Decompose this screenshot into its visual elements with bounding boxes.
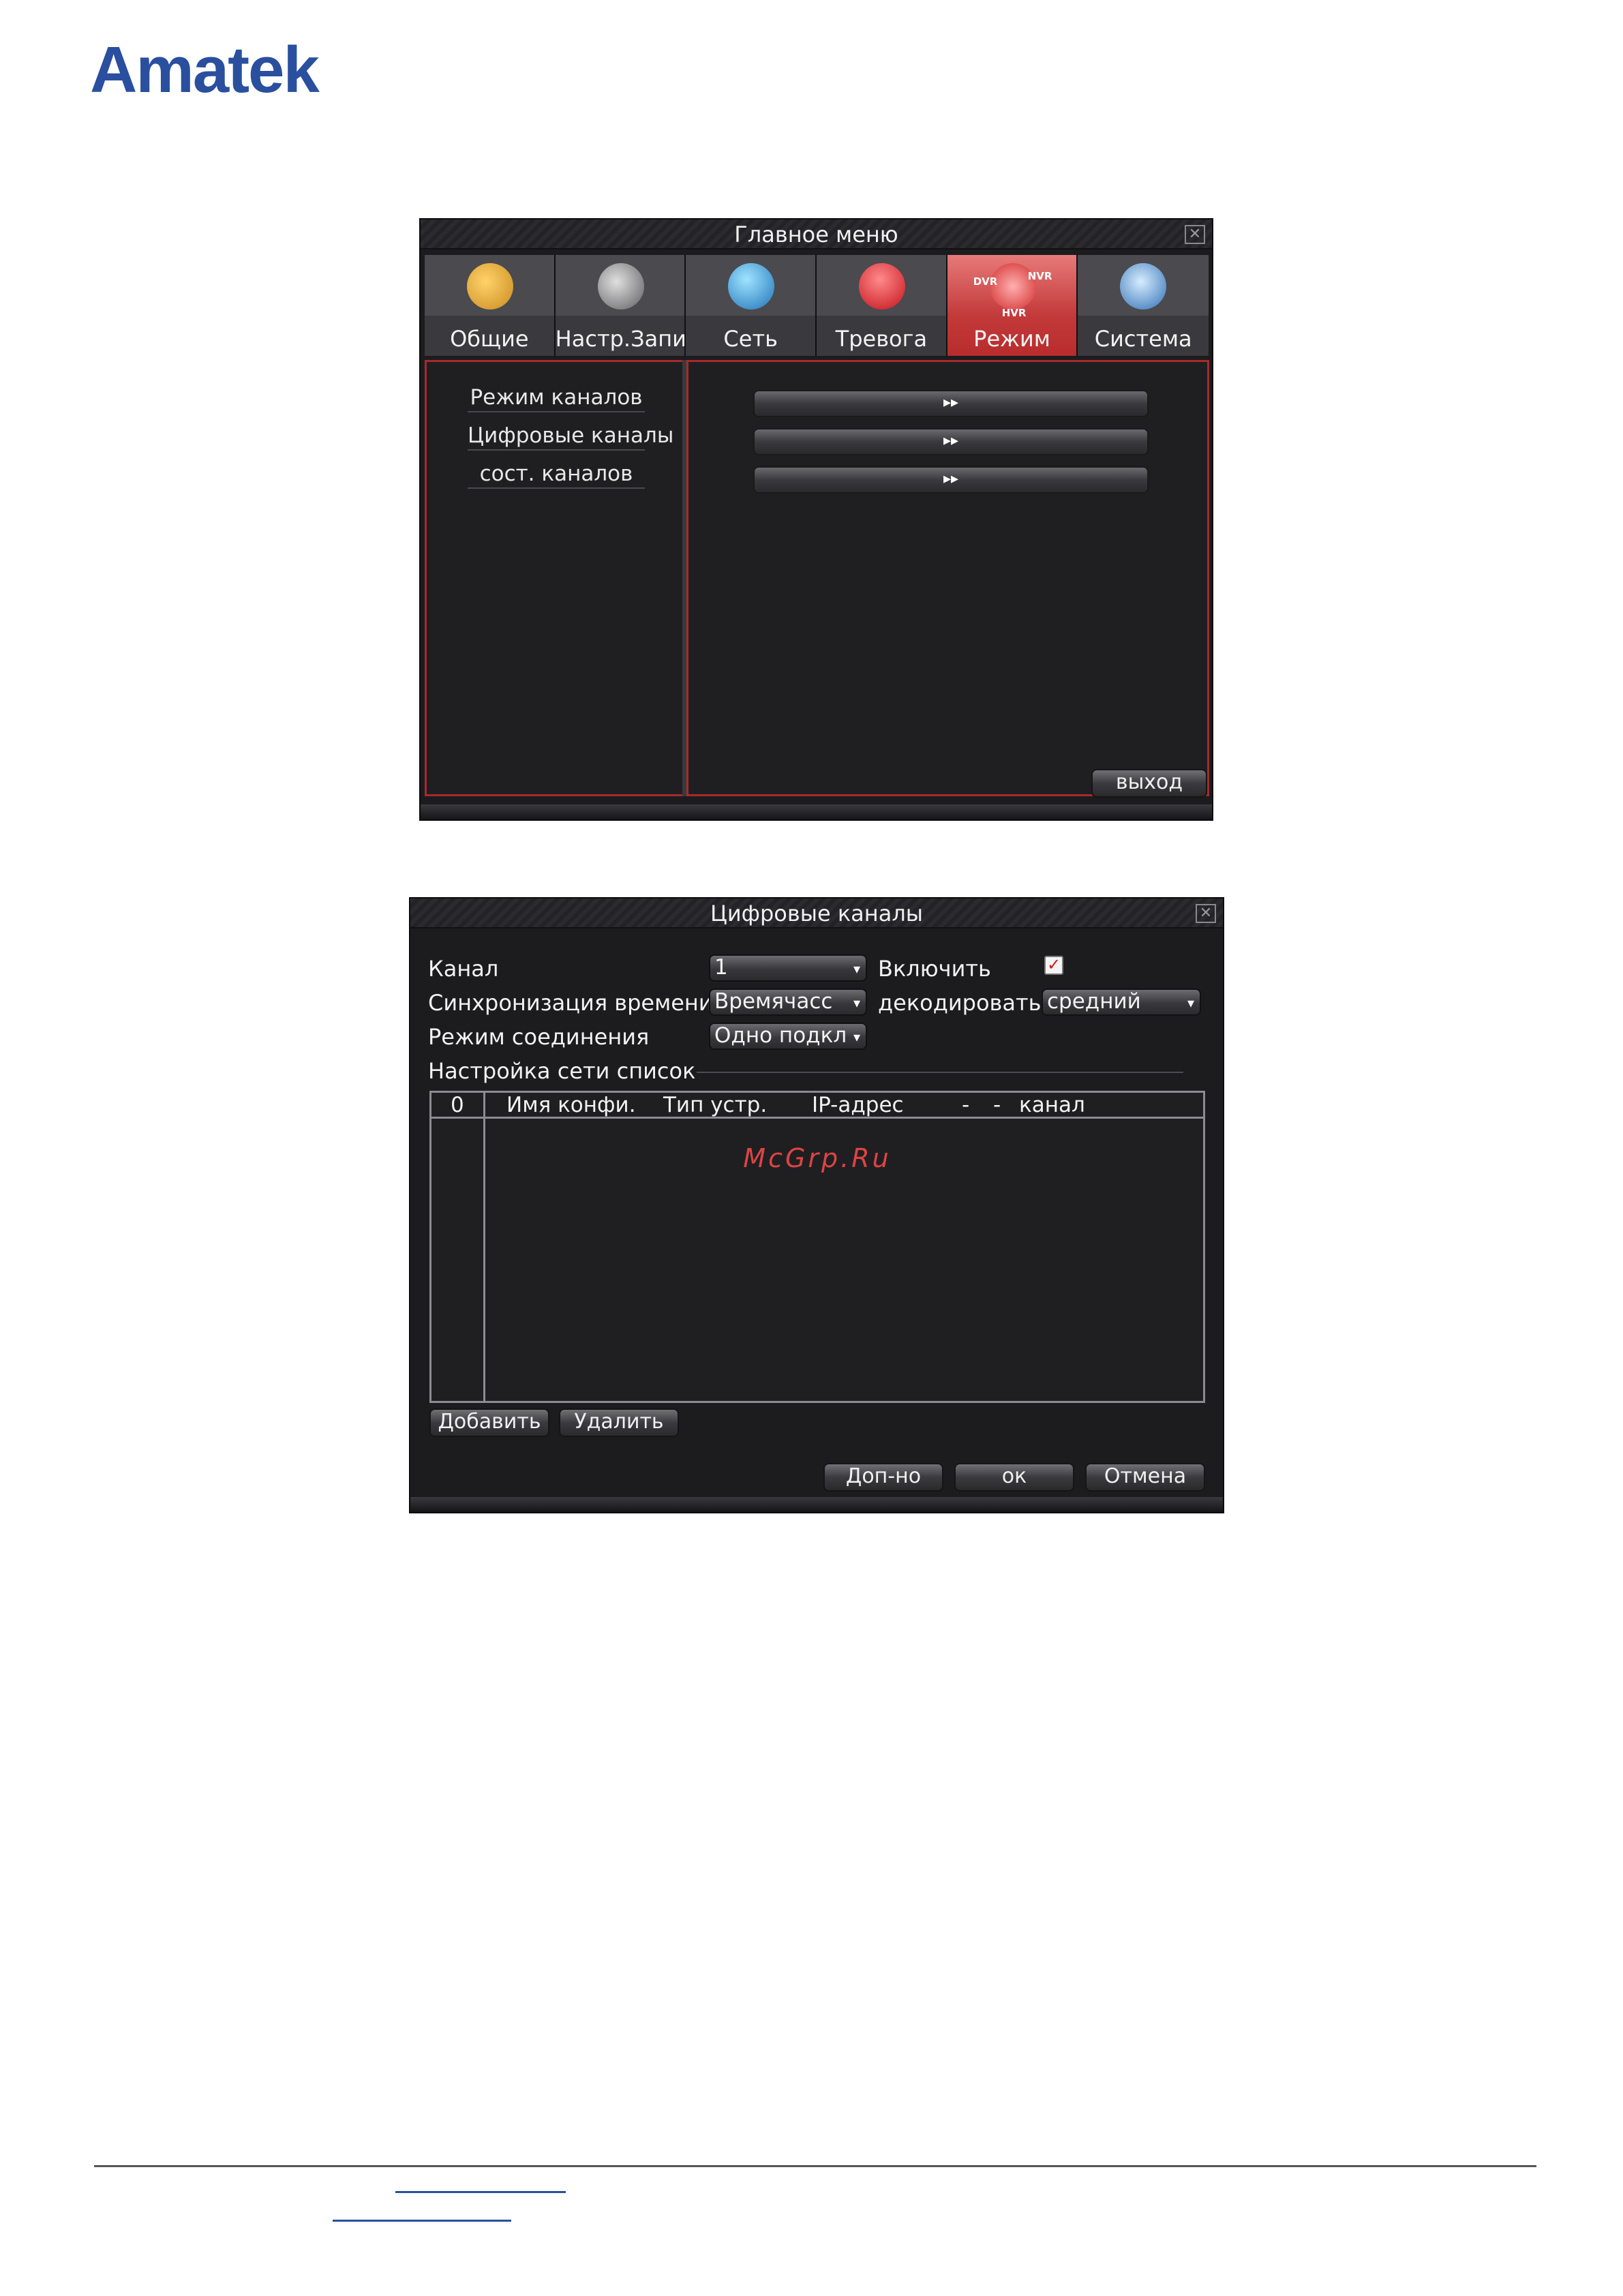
chevron-down-icon: ▾ — [853, 995, 860, 1011]
digital-channels-window: Цифровые каналы ✕ Канал 1 ▾ Включить ✓ С… — [409, 897, 1224, 1513]
menu-item-channel-status[interactable]: сост. каналов — [468, 462, 645, 489]
watermark: McGrp.Ru — [743, 1143, 892, 1173]
th-channel: канал — [1019, 1093, 1085, 1117]
tab-general[interactable]: Общие — [425, 255, 556, 356]
delete-button[interactable]: Удалить — [559, 1408, 679, 1437]
chevron-down-icon: ▾ — [1187, 995, 1194, 1011]
open-digital-channels-button[interactable]: ▸▸ — [753, 428, 1149, 455]
channel-label: Канал — [428, 956, 499, 982]
main-menu-window: Главное меню ✕ Общие Настр.Запис Сеть Тр… — [419, 218, 1213, 821]
index-column-divider — [483, 1093, 485, 1401]
decode-value: средний — [1047, 989, 1141, 1014]
th-index: 0 — [451, 1093, 464, 1117]
cancel-button[interactable]: Отмена — [1085, 1463, 1205, 1492]
connection-mode-select[interactable]: Одно подкл ▾ — [709, 1023, 867, 1050]
tab-mode[interactable]: DVR NVR HVR Режим — [947, 255, 1078, 356]
enable-checkbox[interactable]: ✓ — [1044, 956, 1063, 975]
th-device-type: Тип устр. — [663, 1093, 768, 1117]
menu-action-pane — [686, 360, 1209, 796]
time-sync-value: Времячасс — [714, 989, 833, 1014]
table-header: 0 Имя конфи. Тип устр. IP-адрес - - кана… — [431, 1093, 1203, 1119]
channel-select[interactable]: 1 ▾ — [709, 954, 867, 982]
ok-button[interactable]: ок — [954, 1463, 1074, 1492]
close-icon[interactable]: ✕ — [1196, 904, 1216, 923]
connection-mode-label: Режим соединения — [428, 1024, 650, 1050]
tab-label: Сеть — [723, 326, 778, 352]
time-sync-label: Синхронизация времени — [428, 990, 713, 1016]
advanced-button[interactable]: Доп-но — [823, 1463, 943, 1492]
close-icon[interactable]: ✕ — [1185, 225, 1205, 244]
section-divider — [697, 1072, 1183, 1073]
digital-channels-title: Цифровые каналы — [410, 898, 1223, 928]
tab-label: Общие — [450, 326, 529, 352]
dvr-tag: DVR — [973, 275, 998, 288]
menu-item-channel-mode[interactable]: Режим каналов — [468, 385, 645, 412]
chevron-down-icon: ▾ — [853, 961, 860, 977]
th-dash-1: - — [962, 1093, 970, 1117]
open-channel-status-button[interactable]: ▸▸ — [753, 466, 1149, 494]
menu-list-pane: Режим каналов Цифровые каналы сост. кана… — [425, 360, 684, 796]
tab-network[interactable]: Сеть — [686, 255, 817, 356]
system-icon — [1120, 263, 1167, 309]
tab-label: Режим — [973, 326, 1050, 352]
nvr-tag: NVR — [1027, 270, 1052, 282]
tab-label: Настр.Запис — [555, 326, 685, 352]
th-config-name: Имя конфи. — [506, 1093, 636, 1117]
th-dash-2: - — [993, 1093, 1001, 1117]
alarm-icon — [859, 263, 906, 309]
amatek-logo: Amatek — [90, 33, 320, 106]
footer-divider — [94, 2165, 1536, 2167]
time-sync-select[interactable]: Времячасс ▾ — [709, 988, 867, 1016]
open-channel-mode-button[interactable]: ▸▸ — [753, 390, 1149, 417]
network-list-label: Настройка сети список — [428, 1058, 696, 1084]
tab-record[interactable]: Настр.Запис — [555, 255, 686, 356]
network-icon — [728, 263, 775, 309]
window-footer — [410, 1497, 1223, 1512]
window-footer — [421, 804, 1212, 819]
connection-mode-value: Одно подкл — [714, 1023, 847, 1048]
chevron-down-icon: ▾ — [853, 1029, 860, 1045]
network-device-table[interactable]: 0 Имя конфи. Тип устр. IP-адрес - - кана… — [429, 1091, 1205, 1403]
channel-value: 1 — [714, 955, 728, 980]
add-button[interactable]: Добавить — [429, 1408, 549, 1437]
footer-link-underline[interactable] — [333, 2220, 511, 2222]
menu-item-digital-channels[interactable]: Цифровые каналы — [468, 423, 673, 451]
tab-label: Система — [1094, 326, 1192, 352]
tab-label: Тревога — [835, 326, 928, 352]
exit-button[interactable]: выход — [1091, 769, 1207, 798]
decode-label: декодировать — [878, 990, 1042, 1016]
tab-system[interactable]: Система — [1078, 255, 1209, 356]
hvr-tag: HVR — [1001, 307, 1027, 319]
th-ip-address: IP-адрес — [812, 1093, 904, 1117]
tab-bar: Общие Настр.Запис Сеть Тревога DVR NVR H… — [425, 255, 1209, 356]
footer-link-underline[interactable] — [395, 2191, 566, 2193]
record-icon — [597, 263, 644, 309]
main-menu-title: Главное меню — [421, 220, 1212, 250]
tab-alarm[interactable]: Тревога — [817, 255, 947, 356]
general-icon — [467, 263, 513, 309]
decode-select[interactable]: средний ▾ — [1042, 988, 1201, 1016]
enable-label: Включить — [878, 956, 991, 982]
